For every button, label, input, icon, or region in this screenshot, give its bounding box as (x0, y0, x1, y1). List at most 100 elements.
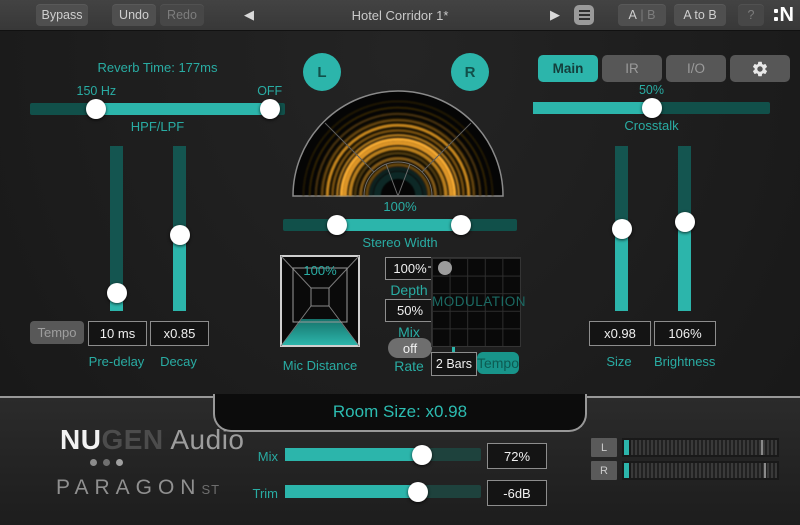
ab-separator: | (640, 8, 643, 22)
brightness-value-box[interactable]: 106% (654, 321, 716, 346)
size-slider[interactable] (615, 146, 628, 311)
mix-value-box[interactable]: 72% (487, 443, 547, 469)
hpf-handle[interactable] (86, 99, 106, 119)
hpf-lpf-label: HPF/LPF (30, 119, 285, 134)
predelay-value-box[interactable]: 10 ms (88, 321, 147, 346)
meter-left-signal (624, 440, 629, 455)
stereo-width-slider[interactable]: 100% Stereo Width (283, 219, 517, 231)
brightness-fill (678, 222, 691, 311)
meter-right-signal (624, 463, 629, 478)
nugen-logo-letter: N (780, 4, 794, 26)
modulation-handle[interactable] (438, 261, 452, 275)
stereo-width-fill (337, 219, 461, 231)
mix-fill (285, 448, 422, 461)
help-button[interactable]: ? (738, 4, 764, 26)
crosstalk-slider[interactable]: 50% Crosstalk (533, 102, 770, 114)
hpf-value: 150 Hz (76, 84, 116, 98)
predelay-handle[interactable] (107, 283, 127, 303)
crosstalk-handle[interactable] (642, 98, 662, 118)
hpf-lpf-fill (96, 103, 269, 115)
stereo-width-label: Stereo Width (283, 235, 517, 250)
brightness-handle[interactable] (675, 212, 695, 232)
mix-label: Mix (248, 449, 278, 464)
previous-preset-icon[interactable]: ◀ (244, 0, 254, 30)
tab-io[interactable]: I/O (666, 55, 726, 82)
mix-handle[interactable] (412, 445, 432, 465)
meter-left-stripes (631, 440, 777, 455)
brand-wordmark: NUGEN Audio (60, 424, 245, 456)
decay-slider[interactable] (173, 146, 186, 311)
redo-button[interactable]: Redo (160, 4, 204, 26)
crosstalk-fill (533, 102, 652, 114)
preset-menu-icon[interactable] (574, 5, 594, 25)
mod-depth-label: Depth (385, 282, 433, 298)
mod-depth-value-box[interactable]: 100% (385, 257, 435, 280)
meter-left-label: L (591, 438, 617, 457)
meter-left-peak-tick (761, 440, 763, 455)
meter-left-bar (622, 438, 779, 457)
tab-main[interactable]: Main (538, 55, 598, 82)
meter-right-label: R (591, 461, 617, 480)
predelay-label: Pre-delay (88, 354, 145, 369)
brand-gen: GEN (101, 424, 163, 455)
meter-left-row: L (591, 438, 779, 457)
mod-rate-off-button[interactable]: off (388, 338, 432, 358)
mic-distance-label: Mic Distance (268, 358, 372, 373)
size-label: Size (589, 354, 649, 369)
next-preset-icon[interactable]: ▶ (550, 0, 560, 30)
mix-slider[interactable] (285, 448, 481, 461)
brand-audio: Audio (164, 424, 245, 455)
brand-dots-icon (90, 459, 123, 466)
preset-name[interactable]: Hotel Corridor 1* (300, 0, 500, 30)
size-value-box[interactable]: x0.98 (589, 321, 651, 346)
trim-label: Trim (248, 486, 278, 501)
mic-distance-value: 100% (280, 263, 360, 278)
room-size-notch: Room Size: x0.98 (213, 394, 587, 432)
size-handle[interactable] (612, 219, 632, 239)
reverb-time-readout: Reverb Time: 177ms (30, 60, 285, 75)
decay-handle[interactable] (170, 225, 190, 245)
crosstalk-label: Crosstalk (533, 118, 770, 133)
hpf-lpf-slider[interactable]: 150 Hz OFF HPF/LPF (30, 103, 285, 115)
room-size-readout: Room Size: x0.98 (333, 402, 467, 422)
trim-slider[interactable] (285, 485, 481, 498)
stereo-width-left-handle[interactable] (327, 215, 347, 235)
mod-mix-value-box[interactable]: 50% (385, 299, 435, 322)
bypass-button[interactable]: Bypass (36, 4, 88, 26)
meter-right-bar (622, 461, 779, 480)
decay-value-box[interactable]: x0.85 (150, 321, 209, 346)
trim-handle[interactable] (408, 482, 428, 502)
a-to-b-button[interactable]: A to B (674, 4, 726, 26)
gear-icon (751, 60, 769, 78)
top-bar: Bypass Undo Redo ◀ Hotel Corridor 1* ▶ A… (0, 0, 800, 31)
brightness-label: Brightness (654, 354, 714, 369)
size-fill (615, 229, 628, 312)
mod-rate-label: Rate (385, 358, 433, 374)
brightness-slider[interactable] (678, 146, 691, 311)
stereo-width-right-handle[interactable] (451, 215, 471, 235)
mod-tempo-button[interactable]: Tempo (477, 352, 519, 374)
reverb-radar-display (290, 88, 506, 198)
tempo-sync-button[interactable]: Tempo (30, 321, 84, 344)
trim-value-box[interactable]: -6dB (487, 480, 547, 506)
lpf-handle[interactable] (260, 99, 280, 119)
lpf-value: OFF (257, 84, 282, 98)
product-suffix: ST (201, 482, 220, 497)
modulation-xy-pad[interactable]: MODULATION (431, 257, 521, 347)
ab-b-label: B (647, 8, 655, 22)
left-channel-badge: L (303, 53, 341, 91)
meter-right-peak-tick (764, 463, 766, 478)
nugen-logo: N (774, 4, 794, 26)
stereo-width-value: 100% (283, 199, 517, 214)
ab-compare-button[interactable]: A | B (618, 4, 666, 26)
undo-button[interactable]: Undo (112, 4, 156, 26)
ab-a-label: A (629, 8, 637, 22)
settings-tab[interactable] (730, 55, 790, 82)
tab-ir[interactable]: IR (602, 55, 662, 82)
product-name: PARAGONST (56, 476, 220, 500)
brand-nu: NU (60, 424, 101, 455)
product-paragon: PARAGON (56, 476, 201, 499)
mod-rate-bars-box[interactable]: 2 Bars (431, 352, 477, 376)
trim-fill (285, 485, 418, 498)
predelay-slider[interactable] (110, 146, 123, 311)
